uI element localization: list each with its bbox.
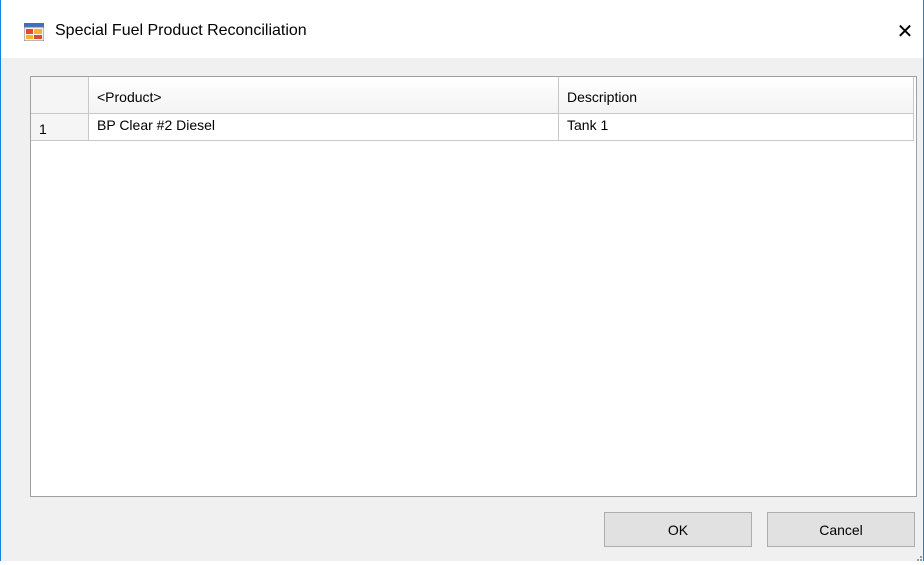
column-header-product[interactable]: <Product>: [89, 77, 559, 114]
cell-product[interactable]: BP Clear #2 Diesel: [89, 114, 559, 141]
header-row-selector[interactable]: [31, 77, 89, 114]
row-number[interactable]: 1: [31, 114, 89, 141]
product-grid[interactable]: <Product> Description 1 BP Clear #2 Dies…: [30, 76, 917, 497]
title-bar[interactable]: Special Fuel Product Reconciliation ✕: [1, 0, 923, 58]
close-icon: ✕: [896, 21, 914, 43]
column-header-description[interactable]: Description: [559, 77, 914, 114]
cancel-button[interactable]: Cancel: [767, 512, 915, 547]
grid-header: <Product> Description: [31, 77, 914, 114]
window-title: Special Fuel Product Reconciliation: [55, 22, 307, 39]
table-row[interactable]: 1 BP Clear #2 Diesel Tank 1: [31, 114, 914, 141]
cell-description[interactable]: Tank 1: [559, 114, 914, 141]
resize-grip-icon[interactable]: [913, 549, 923, 561]
app-window-icon: [23, 23, 45, 42]
dialog-window: Special Fuel Product Reconciliation ✕ <P…: [0, 0, 924, 561]
close-button[interactable]: ✕: [891, 18, 919, 46]
ok-button[interactable]: OK: [604, 512, 752, 547]
